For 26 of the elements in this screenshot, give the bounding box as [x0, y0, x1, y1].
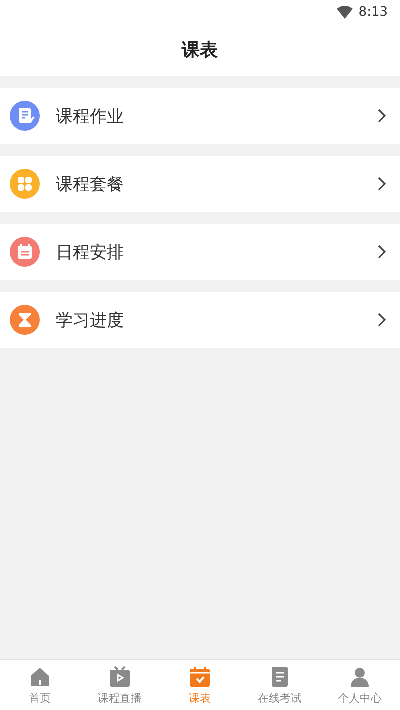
nav-tab[interactable]: 课程直播: [80, 660, 160, 710]
menu-item[interactable]: 课程作业: [0, 88, 400, 144]
calendar-icon: [188, 664, 212, 688]
menu-item[interactable]: 日程安排: [0, 224, 400, 280]
menu-label: 学习进度: [56, 310, 125, 332]
grid-icon: [10, 169, 40, 199]
chevron-right-icon: [376, 176, 388, 192]
calendar-icon: [10, 237, 40, 267]
nav-tab[interactable]: 个人中心: [320, 660, 400, 710]
menu-label: 课程套餐: [56, 174, 125, 196]
menu-label: 课程作业: [56, 106, 125, 128]
nav-tab[interactable]: 在线考试: [240, 660, 320, 710]
chevron-right-icon: [376, 244, 388, 260]
menu-label: 日程安排: [56, 242, 125, 264]
chevron-right-icon: [376, 108, 388, 124]
tv-icon: [108, 664, 132, 688]
menu-item[interactable]: 学习进度: [0, 292, 400, 348]
nav-tab[interactable]: 课表: [160, 660, 240, 710]
notes-icon: [10, 101, 40, 131]
hourglass-icon: [10, 305, 40, 335]
clock-time: 8:13: [358, 4, 388, 20]
menu-item[interactable]: 课程套餐: [0, 156, 400, 212]
nav-tab[interactable]: 首页: [0, 660, 80, 710]
chevron-right-icon: [376, 312, 388, 328]
wifi-icon: [336, 6, 353, 18]
page-title: 课表: [182, 39, 218, 62]
